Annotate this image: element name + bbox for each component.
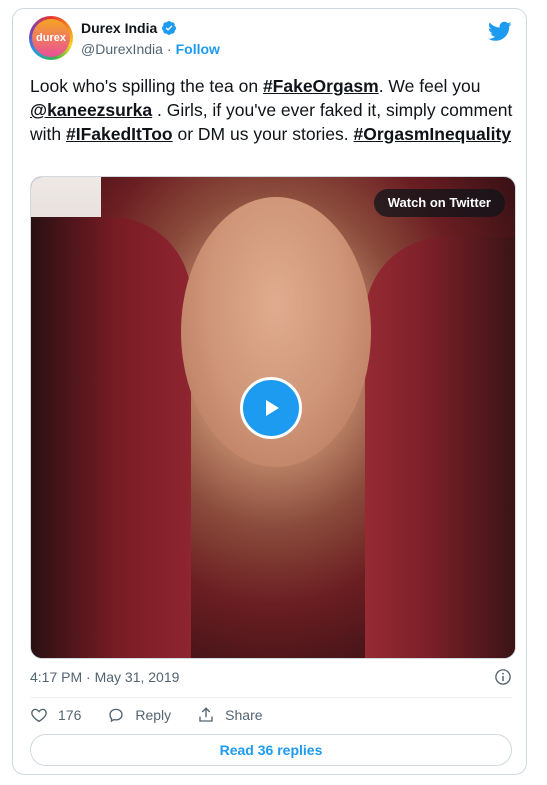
reply-button[interactable]: Reply [107,706,171,724]
like-count: 176 [58,707,82,723]
like-button[interactable]: 176 [30,706,81,724]
hashtag-ifakeditoo[interactable]: #IFakedItToo [66,124,173,144]
mention-kaneezsurka[interactable]: @kaneezsurka [30,100,152,120]
play-button[interactable] [240,377,302,439]
avatar[interactable]: durex [29,16,73,60]
hashtag-fakeorgasm[interactable]: #FakeOrgasm [263,76,379,96]
timestamp[interactable]: 4:17 PM · May 31, 2019 [30,669,179,685]
follow-button[interactable]: Follow [176,41,220,57]
timestamp-row: 4:17 PM · May 31, 2019 [30,668,512,686]
share-icon [199,707,213,722]
author-display-name[interactable]: Durex India [81,20,157,36]
hashtag-orgasminequality[interactable]: #OrgasmInequality [354,124,512,144]
reply-label: Reply [135,707,172,723]
watch-on-twitter-button[interactable]: Watch on Twitter [373,189,505,217]
twitter-bird-icon[interactable] [488,19,512,43]
reply-icon [109,708,124,723]
video-thumbnail[interactable]: Watch on Twitter [30,176,516,659]
tweet-text: Look who's spilling the tea on #FakeOrga… [30,74,520,146]
author-handle-row: @DurexIndia · Follow [81,41,220,57]
author-name-row: Durex India [81,20,177,36]
heart-icon [31,708,47,723]
verified-badge-icon [162,21,177,35]
video-hair-left [31,217,191,658]
tweet-card: durex Durex India @DurexIndia · Follow L… [12,8,527,775]
share-label: Share [225,707,263,723]
tweet-text-part: Look who's spilling the tea on [30,76,263,96]
divider [30,697,512,698]
action-bar: 176 Reply Share [30,706,263,724]
video-hair-right [365,237,515,658]
avatar-logo: durex [32,19,70,57]
share-button[interactable]: Share [197,706,263,724]
info-icon[interactable] [494,668,512,686]
tweet-text-part: . We feel you [378,76,481,96]
read-replies-button[interactable]: Read 36 replies [30,734,512,766]
tweet-text-part: or DM us your stories. [172,124,354,144]
separator-dot: · [166,41,172,57]
author-handle[interactable]: @DurexIndia [81,41,163,57]
play-icon [266,400,279,416]
